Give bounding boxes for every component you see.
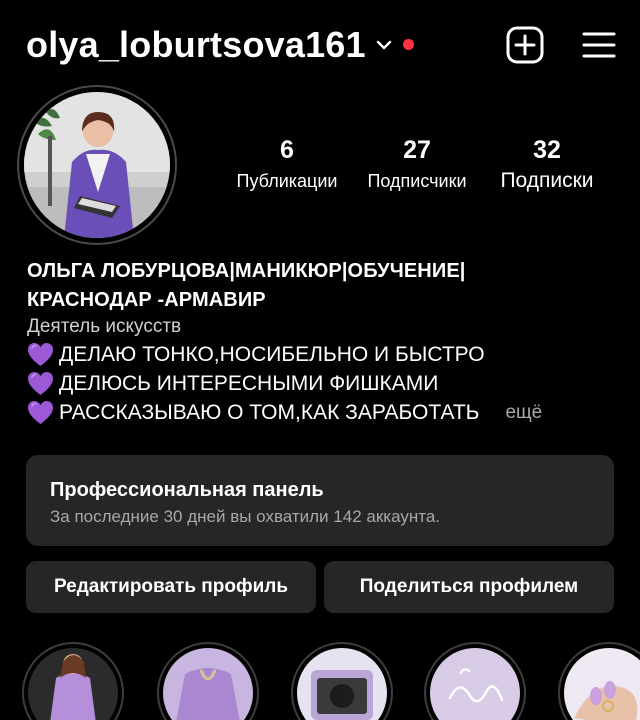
bio-line: РАССКАЗЫВАЮ О ТОМ,КАК ЗАРАБОТАТЬ ещё (27, 398, 627, 427)
story-highlights (0, 640, 640, 720)
share-profile-button[interactable]: Поделиться профилем (324, 561, 614, 613)
posts-count: 6 (280, 136, 294, 164)
add-post-icon[interactable] (506, 26, 544, 64)
stat-posts[interactable]: 6 Публикации (222, 135, 352, 195)
highlight-thumbnail (28, 648, 118, 720)
bio-line: ДЕЛАЮ ТОНКО,НОСИБЕЛЬНО И БЫСТРО (27, 340, 627, 369)
panel-title: Профессиональная панель (50, 479, 324, 501)
profile-stats: 6 Публикации 27 Подписчики 32 Подписки (222, 135, 612, 195)
profile-bio: ДЕЛАЮ ТОНКО,НОСИБЕЛЬНО И БЫСТРО ДЕЛЮСЬ И… (27, 340, 627, 427)
highlight-item[interactable] (291, 642, 393, 720)
bio-text-1: ДЕЛАЮ ТОНКО,НОСИБЕЛЬНО И БЫСТРО (59, 343, 485, 366)
stat-following[interactable]: 32 Подписки (482, 135, 612, 195)
profile-name-line2: КРАСНОДАР -АРМАВИР (27, 289, 266, 311)
bio-more-link[interactable]: ещё (505, 398, 542, 427)
panel-subtitle: За последние 30 дней вы охватили 142 акк… (50, 507, 440, 526)
avatar-ring[interactable] (17, 85, 177, 245)
highlight-thumbnail (430, 648, 520, 720)
bio-line: ДЕЛЮСЬ ИНТЕРЕСНЫМИ ФИШКАМИ (27, 369, 627, 398)
profile-name: ОЛЬГА ЛОБУРЦОВА|МАНИКЮР|ОБУЧЕНИЕ| КРАСНО… (27, 257, 617, 315)
avatar (24, 92, 170, 238)
purple-heart-icon (28, 401, 53, 424)
purple-heart-icon (28, 372, 53, 395)
highlight-thumbnail (564, 648, 640, 720)
posts-label: Публикации (236, 171, 338, 191)
highlight-thumbnail (163, 648, 253, 720)
followers-label: Подписчики (367, 171, 467, 191)
chevron-down-icon[interactable] (374, 35, 394, 55)
menu-icon[interactable] (582, 30, 616, 60)
purple-heart-icon (28, 343, 53, 366)
highlight-item[interactable] (22, 642, 124, 720)
followers-count: 27 (403, 136, 431, 164)
highlight-item[interactable] (558, 642, 640, 720)
highlight-item[interactable] (157, 642, 259, 720)
profile-name-line1: ОЛЬГА ЛОБУРЦОВА|МАНИКЮР|ОБУЧЕНИЕ| (27, 260, 466, 282)
following-count: 32 (533, 136, 561, 164)
edit-profile-button[interactable]: Редактировать профиль (26, 561, 316, 613)
highlight-thumbnail (297, 648, 387, 720)
bio-text-3: РАССКАЗЫВАЮ О ТОМ,КАК ЗАРАБОТАТЬ (59, 401, 480, 424)
username-switcher[interactable]: olya_loburtsova161 (26, 24, 366, 66)
header-actions (506, 26, 616, 64)
professional-dashboard-card[interactable]: Профессиональная панель За последние 30 … (26, 455, 614, 546)
profile-category: Деятель искусств (27, 316, 182, 337)
notification-dot (402, 38, 414, 50)
bio-text-2: ДЕЛЮСЬ ИНТЕРЕСНЫМИ ФИШКАМИ (59, 372, 439, 395)
profile-header: olya_loburtsova161 (26, 22, 616, 68)
highlight-item[interactable] (424, 642, 526, 720)
stat-followers[interactable]: 27 Подписчики (352, 135, 482, 195)
following-label: Подписки (500, 169, 594, 192)
